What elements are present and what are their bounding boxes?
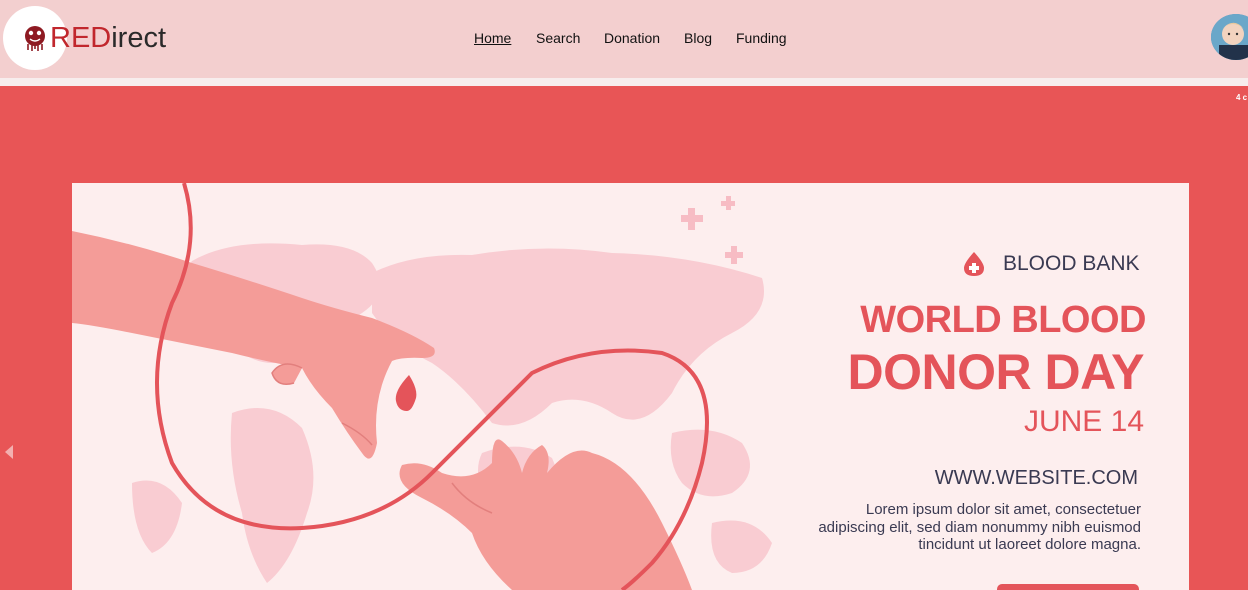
- slider-prev-icon[interactable]: [5, 445, 13, 459]
- banner-website: WWW.WEBSITE.COM: [934, 467, 1138, 489]
- banner-cta-button[interactable]: [997, 584, 1139, 590]
- nav-blog[interactable]: Blog: [684, 30, 712, 46]
- badge-label: BLOOD BANK: [1003, 252, 1140, 275]
- nav-home[interactable]: Home: [474, 30, 511, 46]
- user-avatar[interactable]: [1211, 14, 1248, 60]
- nav-search[interactable]: Search: [536, 30, 580, 46]
- nav-donation[interactable]: Donation: [604, 30, 660, 46]
- banner-title-line1: WORLD BLOOD: [860, 299, 1146, 341]
- blood-drop-cross-icon: [964, 252, 984, 276]
- brand-logo-text[interactable]: REDirect: [50, 20, 166, 56]
- banner-date: JUNE 14: [1023, 405, 1144, 438]
- header-divider: [0, 78, 1248, 86]
- donor-day-banner[interactable]: BLOOD BANK WORLD BLOOD DONOR DAY JUNE 14…: [72, 183, 1189, 590]
- brand-rest: irect: [111, 22, 167, 54]
- logo-emblem-icon[interactable]: [21, 24, 49, 52]
- banner-body-text: Lorem ipsum dolor sit amet, consectetuer…: [818, 501, 1141, 553]
- site-header: REDirect Home Search Donation Blog Fundi…: [0, 0, 1248, 78]
- banner-title-line2: DONOR DAY: [847, 344, 1145, 400]
- avatar-image: [1211, 14, 1248, 60]
- nav-funding[interactable]: Funding: [736, 30, 787, 46]
- slide-counter: 4 c: [1236, 93, 1248, 102]
- brand-red: RED: [50, 22, 112, 54]
